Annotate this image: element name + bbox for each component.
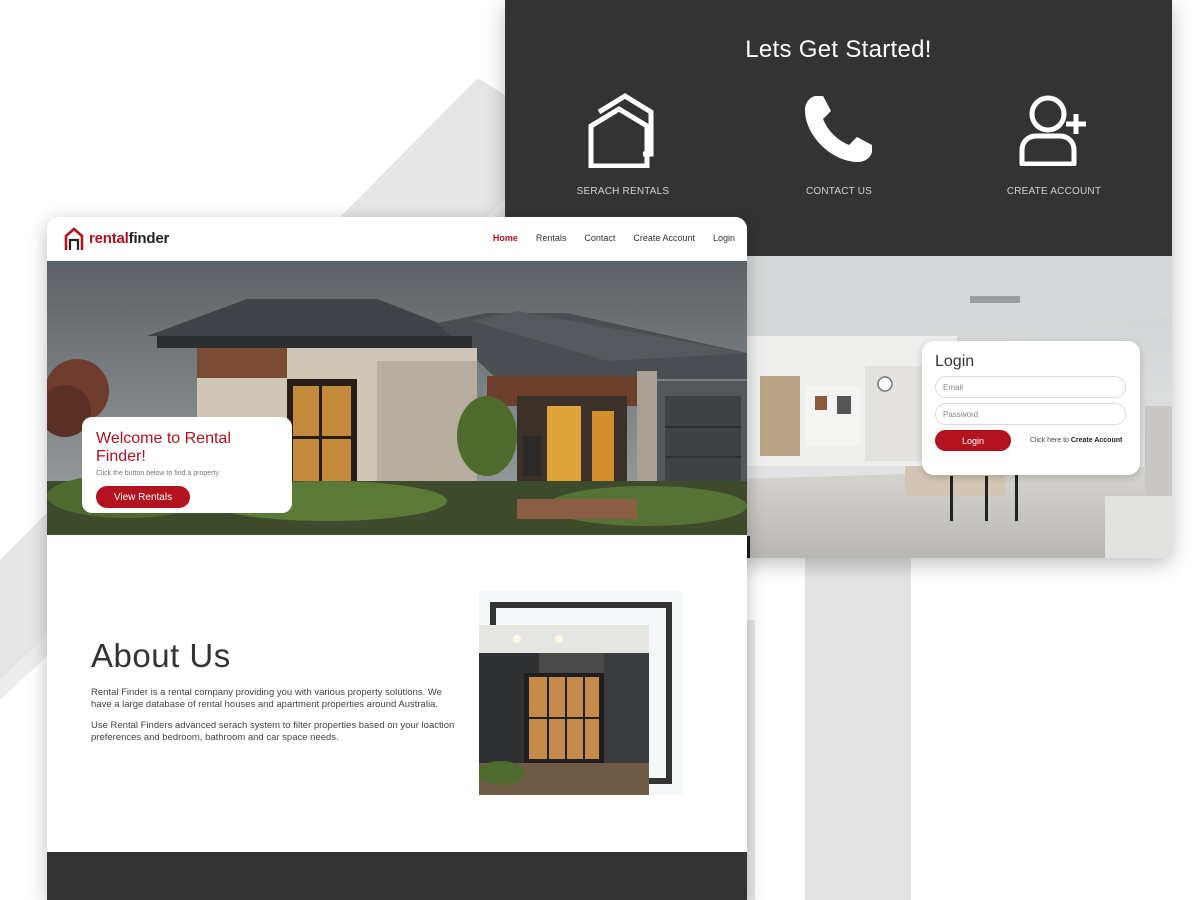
create-account-link-prefix: Click here to: [1030, 437, 1071, 444]
nav-contact[interactable]: Contact: [584, 233, 615, 243]
nav-home[interactable]: Home: [493, 233, 518, 243]
welcome-subtitle: Click the button below to find a propert…: [96, 470, 219, 477]
about-title: About Us: [91, 637, 231, 674]
navbar: rentalfinder Home Rentals Contact Create…: [47, 217, 747, 261]
create-account-link[interactable]: Click here to Create Account: [1030, 437, 1122, 444]
home-page-panel: rentalfinder Home Rentals Contact Create…: [47, 217, 747, 900]
about-image: [479, 591, 683, 795]
login-form: Login Login Click here to Create Account: [922, 341, 1140, 475]
nav-create-account[interactable]: Create Account: [633, 233, 695, 243]
nav-login[interactable]: Login: [713, 233, 735, 243]
footer-bar: [47, 852, 747, 900]
search-rentals-action[interactable]: SERACH RENTALS: [543, 92, 703, 197]
contact-us-action[interactable]: CONTACT US: [759, 92, 919, 197]
view-rentals-button[interactable]: View Rentals: [96, 486, 190, 508]
email-field[interactable]: [935, 376, 1126, 398]
hero-section: Welcome to Rental Finder! Click the butt…: [47, 261, 747, 535]
welcome-card: Welcome to Rental Finder! Click the butt…: [82, 417, 292, 513]
create-account-link-bold: Create Account: [1070, 437, 1123, 444]
get-started-title: Lets Get Started!: [745, 36, 932, 63]
logo-text-rental: rental: [89, 230, 129, 247]
logo-house-icon: [64, 227, 84, 250]
create-account-action[interactable]: CREATE ACCOUNT: [974, 92, 1134, 197]
main-nav: Home Rentals Contact Create Account Logi…: [493, 233, 735, 243]
password-field[interactable]: [935, 403, 1126, 425]
contact-us-label: CONTACT US: [805, 186, 873, 197]
login-button[interactable]: Login: [935, 430, 1011, 451]
house-icon: [588, 93, 654, 168]
nav-rentals[interactable]: Rentals: [536, 233, 567, 243]
add-user-icon: [1019, 95, 1086, 166]
search-rentals-label: SERACH RENTALS: [576, 186, 670, 197]
logo[interactable]: rentalfinder: [63, 226, 169, 251]
about-paragraph-2: Use Rental Finders advanced serach syste…: [91, 720, 455, 743]
about-section: About Us Rental Finder is a rental compa…: [91, 637, 461, 744]
login-title: Login: [935, 353, 975, 370]
welcome-title: Welcome to Rental Finder!: [96, 430, 231, 465]
phone-icon: [805, 96, 872, 162]
about-paragraph-1: Rental Finder is a rental company provid…: [91, 687, 442, 710]
create-account-label: CREATE ACCOUNT: [1006, 186, 1102, 197]
logo-text-finder: finder: [128, 230, 170, 247]
